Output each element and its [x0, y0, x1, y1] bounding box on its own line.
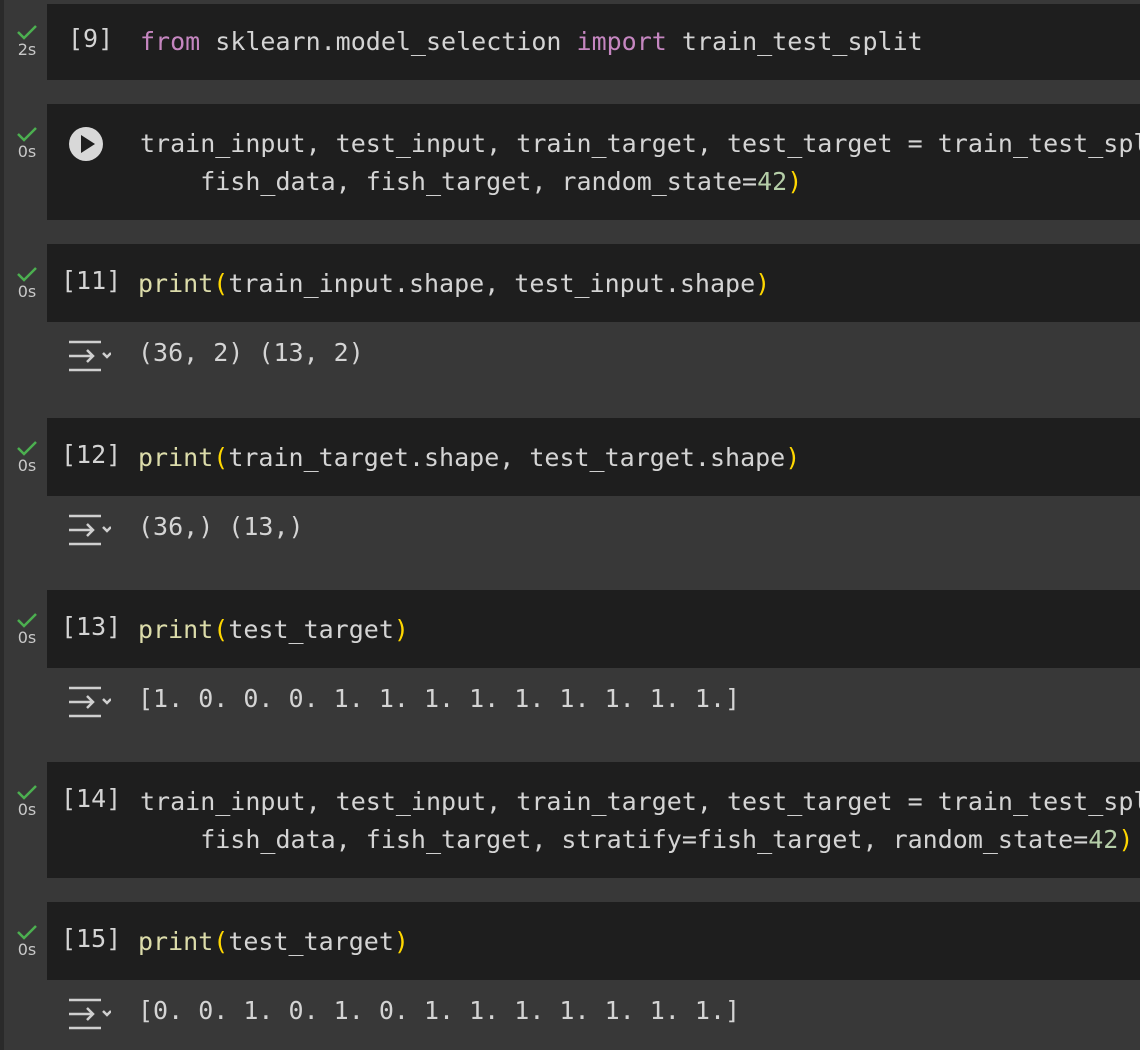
code-token: print — [138, 443, 214, 472]
execution-count: [12] — [61, 440, 122, 469]
code-line[interactable]: print(train_target.shape, test_target.sh… — [138, 439, 800, 477]
code-token: ) — [787, 167, 803, 196]
cell-status: 0s — [14, 784, 40, 818]
execution-time: 0s — [17, 456, 37, 475]
cell-output: [1. 0. 0. 0. 1. 1. 1. 1. 1. 1. 1. 1. 1.] — [47, 668, 1140, 762]
code-token: test_target — [228, 927, 394, 956]
output-toggle-icon[interactable] — [67, 338, 111, 374]
check-icon — [17, 441, 37, 456]
cell-status: 0s — [14, 126, 40, 160]
code-token: import — [576, 27, 667, 56]
check-icon — [17, 267, 37, 282]
check-icon — [17, 613, 37, 628]
code-token: fish_data, fish_target, random_state= — [140, 167, 758, 196]
execution-time: 0s — [17, 800, 37, 819]
output-text: [1. 0. 0. 0. 1. 1. 1. 1. 1. 1. 1. 1. 1.] — [138, 684, 741, 713]
cell-status: 0s — [14, 612, 40, 646]
code-token: train_test_split — [666, 27, 923, 56]
execution-time: 0s — [17, 628, 37, 647]
code-token: sklearn.model_selection — [200, 27, 577, 56]
code-token: train_input, test_input, train_target, t… — [140, 129, 1140, 158]
code-cell-12[interactable]: 0s [12] print(train_target.shape, test_t… — [0, 418, 1140, 590]
cell-output: (36,) (13,) — [47, 496, 1140, 590]
execution-time: 0s — [17, 282, 37, 301]
cell-output: [0. 0. 1. 0. 1. 0. 1. 1. 1. 1. 1. 1. 1.] — [47, 980, 1140, 1050]
output-text: [0. 0. 1. 0. 1. 0. 1. 1. 1. 1. 1. 1. 1.] — [138, 996, 741, 1025]
code-cell-13[interactable]: 0s [13] print(test_target) [1. 0. 0. 0. … — [0, 590, 1140, 762]
code-token: ) — [393, 927, 409, 956]
cell-status: 2s — [14, 24, 40, 58]
execution-count: [13] — [61, 612, 122, 641]
code-token: ) — [1118, 825, 1134, 854]
output-toggle-icon[interactable] — [67, 996, 111, 1032]
code-token: fish_data, fish_target, stratify=fish_ta… — [140, 825, 1089, 854]
cell-output: (36, 2) (13, 2) — [47, 322, 1140, 416]
code-token: ( — [213, 615, 229, 644]
code-cell-15[interactable]: 0s [15] print(test_target) [0. 0. 1. 0. … — [0, 902, 1140, 1050]
check-icon — [17, 785, 37, 800]
output-toggle-icon[interactable] — [67, 684, 111, 720]
code-token: ( — [213, 927, 229, 956]
code-line[interactable]: print(test_target) — [138, 923, 409, 961]
output-toggle-icon[interactable] — [67, 512, 111, 548]
code-token: 42 — [1088, 825, 1119, 854]
code-token: from — [140, 27, 201, 56]
code-token: ) — [755, 269, 771, 298]
execution-count: [9] — [68, 24, 114, 53]
code-token: print — [138, 269, 214, 298]
code-cell-11[interactable]: 0s [11] print(train_input.shape, test_in… — [0, 244, 1140, 416]
check-icon — [17, 127, 37, 142]
code-token: ( — [213, 269, 229, 298]
cell-status: 0s — [14, 440, 40, 474]
code-line-2[interactable]: fish_data, fish_target, random_state=42) — [140, 163, 802, 201]
code-token: ) — [785, 443, 801, 472]
code-token: ( — [213, 443, 229, 472]
code-token: train_input, test_input, train_target, t… — [140, 787, 1140, 816]
code-token: test_target — [228, 615, 394, 644]
execution-count: [11] — [61, 266, 122, 295]
code-line[interactable]: print(test_target) — [138, 611, 409, 649]
code-line-2[interactable]: fish_data, fish_target, stratify=fish_ta… — [140, 821, 1133, 859]
code-token: train_target.shape, test_target.shape — [228, 443, 786, 472]
execution-time: 0s — [17, 940, 37, 959]
code-line[interactable]: from sklearn.model_selection import trai… — [140, 23, 923, 61]
execution-count: [15] — [61, 924, 122, 953]
cell-status: 0s — [14, 924, 40, 958]
code-line[interactable]: print(train_input.shape, test_input.shap… — [138, 265, 770, 303]
play-icon[interactable] — [68, 126, 104, 162]
code-token: print — [138, 615, 214, 644]
cell-status: 0s — [14, 266, 40, 300]
code-cell-14[interactable]: 0s [14] train_input, test_input, train_t… — [0, 762, 1140, 880]
code-cell-9[interactable]: 2s [9] from sklearn.model_selection impo… — [0, 0, 1140, 80]
code-token: print — [138, 927, 214, 956]
execution-time: 0s — [17, 142, 37, 161]
code-line-1[interactable]: train_input, test_input, train_target, t… — [140, 125, 1140, 163]
check-icon — [17, 25, 37, 40]
output-text: (36, 2) (13, 2) — [138, 338, 364, 367]
code-cell-10[interactable]: 0s train_input, test_input, train_target… — [0, 104, 1140, 222]
code-token: ) — [393, 615, 409, 644]
code-line-1[interactable]: train_input, test_input, train_target, t… — [140, 783, 1140, 821]
check-icon — [17, 925, 37, 940]
code-token: train_input.shape, test_input.shape — [228, 269, 756, 298]
output-text: (36,) (13,) — [138, 512, 304, 541]
code-token: 42 — [757, 167, 788, 196]
execution-time: 2s — [17, 40, 37, 59]
execution-count: [14] — [61, 784, 122, 813]
